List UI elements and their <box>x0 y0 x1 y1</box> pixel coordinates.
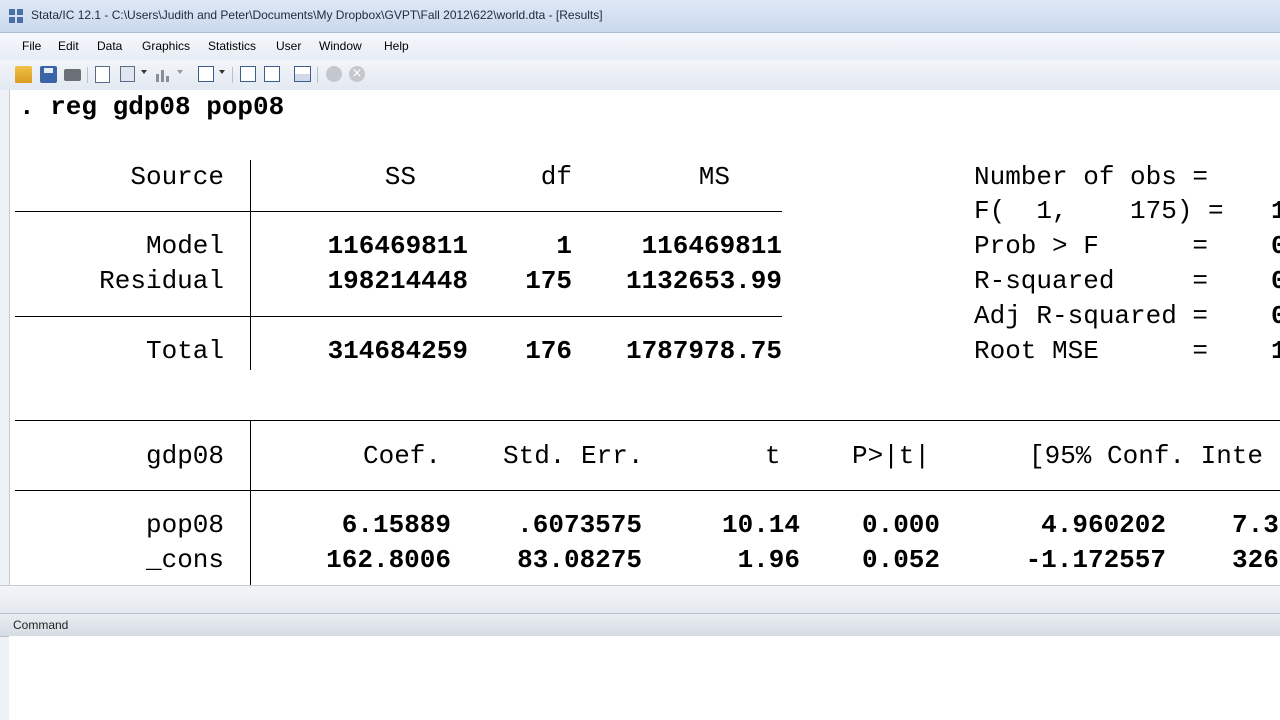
coef-row-se: 83.08275 <box>517 545 642 575</box>
stat-value: 0 <box>1271 231 1280 261</box>
toolbar: × <box>0 60 1280 91</box>
coef-row-name: _cons <box>145 545 224 575</box>
coef-header-coef: Coef. <box>363 441 442 471</box>
toolbar-separator <box>87 67 88 83</box>
coef-rule-mid <box>15 490 1280 491</box>
anova-row-ms: 116469811 <box>641 231 782 261</box>
coef-row-t: 1.96 <box>737 545 800 575</box>
dofile-editor-icon[interactable] <box>198 66 214 82</box>
viewer-dropdown-icon[interactable] <box>141 70 147 74</box>
graph-icon[interactable] <box>155 68 171 82</box>
stat-label: F( 1, 175) = <box>974 196 1224 226</box>
anova-header-ms: MS <box>698 162 730 192</box>
anova-header-source: Source <box>130 162 224 192</box>
anova-row-df: 175 <box>525 266 572 296</box>
stat-value: 1 <box>1271 196 1280 226</box>
coef-header-t: t <box>765 441 781 471</box>
stat-label: Number of obs = <box>974 162 1209 192</box>
menu-file[interactable]: File <box>22 39 41 53</box>
menu-user[interactable]: User <box>276 39 301 53</box>
dofile-dropdown-icon[interactable] <box>219 70 225 74</box>
coef-row-ci-low: 4.960202 <box>1041 510 1166 540</box>
anova-row-ms: 1132653.99 <box>625 266 782 296</box>
menu-help[interactable]: Help <box>384 39 409 53</box>
viewer-icon[interactable] <box>120 66 135 82</box>
anova-row-label: Model <box>145 231 224 261</box>
anova-header-ss: SS <box>384 162 416 192</box>
coef-row-name: pop08 <box>145 510 224 540</box>
coef-row-coef: 6.15889 <box>341 510 451 540</box>
anova-row-ss: 198214448 <box>327 266 468 296</box>
coef-header-p: P>|t| <box>852 441 931 471</box>
results-window[interactable]: . reg gdp08 pop08 Source SS df MS Model … <box>9 90 1280 585</box>
anova-row-label: Residual <box>99 266 224 296</box>
anova-total-label: Total <box>145 336 224 366</box>
coef-row-ci-low: -1.172557 <box>1025 545 1166 575</box>
menu-statistics[interactable]: Statistics <box>208 39 256 53</box>
log-icon[interactable] <box>95 66 110 83</box>
coef-row-p: 0.000 <box>861 510 940 540</box>
graph-dropdown-icon[interactable] <box>177 70 183 74</box>
stat-label: Prob > F = <box>974 231 1209 261</box>
command-pane-header: Command <box>0 613 1280 637</box>
coef-header-ci: [95% Conf. Inte <box>1029 441 1264 471</box>
coef-divider <box>250 420 251 585</box>
window-title: Stata/IC 12.1 - C:\Users\Judith and Pete… <box>31 8 603 22</box>
menu-edit[interactable]: Edit <box>58 39 79 53</box>
coef-header-stderr: Std. Err. <box>503 441 644 471</box>
stat-label: R-squared = <box>974 266 1209 296</box>
stata-app-icon[interactable] <box>9 9 23 23</box>
coef-row-t: 10.14 <box>721 510 800 540</box>
anova-divider <box>250 160 251 370</box>
coef-rule-top <box>15 420 1280 421</box>
coef-depvar: gdp08 <box>145 441 224 471</box>
save-icon[interactable] <box>40 66 57 83</box>
break-icon[interactable]: × <box>349 66 365 82</box>
print-icon[interactable] <box>64 69 81 81</box>
menu-data[interactable]: Data <box>97 39 122 53</box>
menu-bar: File Edit Data Graphics Statistics User … <box>0 33 1280 60</box>
anova-total-df: 176 <box>525 336 572 366</box>
anova-rule-total <box>15 316 782 317</box>
variables-manager-icon[interactable] <box>294 66 311 82</box>
pane-splitter[interactable] <box>0 585 1280 614</box>
toolbar-separator <box>232 67 233 83</box>
data-editor-icon[interactable] <box>240 66 256 82</box>
menu-graphics[interactable]: Graphics <box>142 39 190 53</box>
coef-row-se: .6073575 <box>517 510 642 540</box>
stat-value: 0 <box>1271 266 1280 296</box>
anova-total-ss: 314684259 <box>327 336 468 366</box>
stat-label: Root MSE = <box>974 336 1209 366</box>
command-input[interactable] <box>9 636 1280 720</box>
toolbar-separator <box>317 67 318 83</box>
data-browser-icon[interactable] <box>264 66 280 82</box>
menu-window[interactable]: Window <box>319 39 362 53</box>
coef-row-ci-high: 326 <box>1232 545 1279 575</box>
open-icon[interactable] <box>15 66 32 83</box>
coef-row-coef: 162.8006 <box>326 545 451 575</box>
title-bar: Stata/IC 12.1 - C:\Users\Judith and Pete… <box>0 0 1280 33</box>
anova-row-df: 1 <box>556 231 572 261</box>
anova-header-df: df <box>540 162 572 192</box>
more-icon[interactable] <box>326 66 342 82</box>
coef-row-ci-high: 7.3 <box>1232 510 1279 540</box>
command-echo: . reg gdp08 pop08 <box>19 92 285 122</box>
stat-label: Adj R-squared = <box>974 301 1209 331</box>
coef-row-p: 0.052 <box>861 545 940 575</box>
stat-value: 0 <box>1271 301 1280 331</box>
anova-rule-top <box>15 211 782 212</box>
anova-total-ms: 1787978.75 <box>625 336 782 366</box>
stat-value: 1 <box>1271 336 1280 366</box>
command-pane-label: Command <box>13 618 69 632</box>
anova-row-ss: 116469811 <box>327 231 468 261</box>
